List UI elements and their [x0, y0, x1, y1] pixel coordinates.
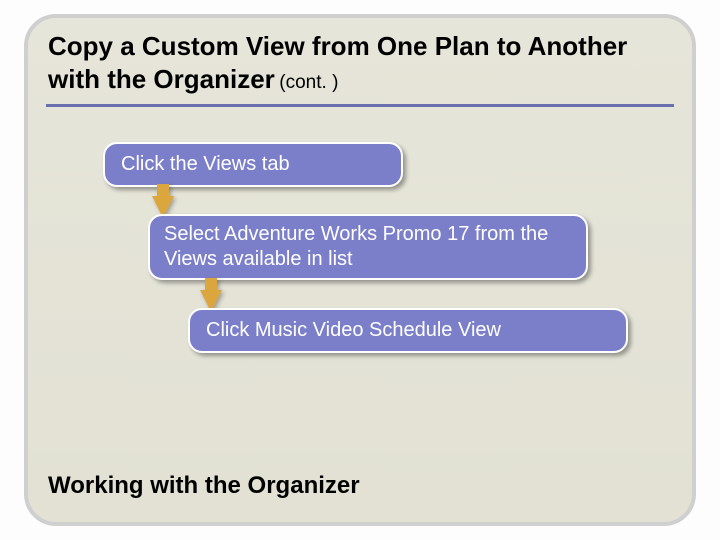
step-3-text: Click Music Video Schedule View	[206, 319, 501, 341]
step-2-text: Select Adventure Works Promo 17 from the…	[164, 223, 548, 270]
title-underline	[46, 104, 674, 107]
footer-text: Working with the Organizer	[48, 472, 360, 500]
step-2-box: Select Adventure Works Promo 17 from the…	[148, 214, 588, 280]
step-1-box: Click the Views tab	[103, 142, 403, 187]
slide-title-cont: (cont. )	[279, 72, 338, 93]
step-3-box: Click Music Video Schedule View	[188, 308, 628, 353]
slide-frame: Copy a Custom View from One Plan to Anot…	[24, 14, 696, 526]
step-1-text: Click the Views tab	[121, 153, 290, 175]
slide-title-block: Copy a Custom View from One Plan to Anot…	[48, 30, 668, 95]
